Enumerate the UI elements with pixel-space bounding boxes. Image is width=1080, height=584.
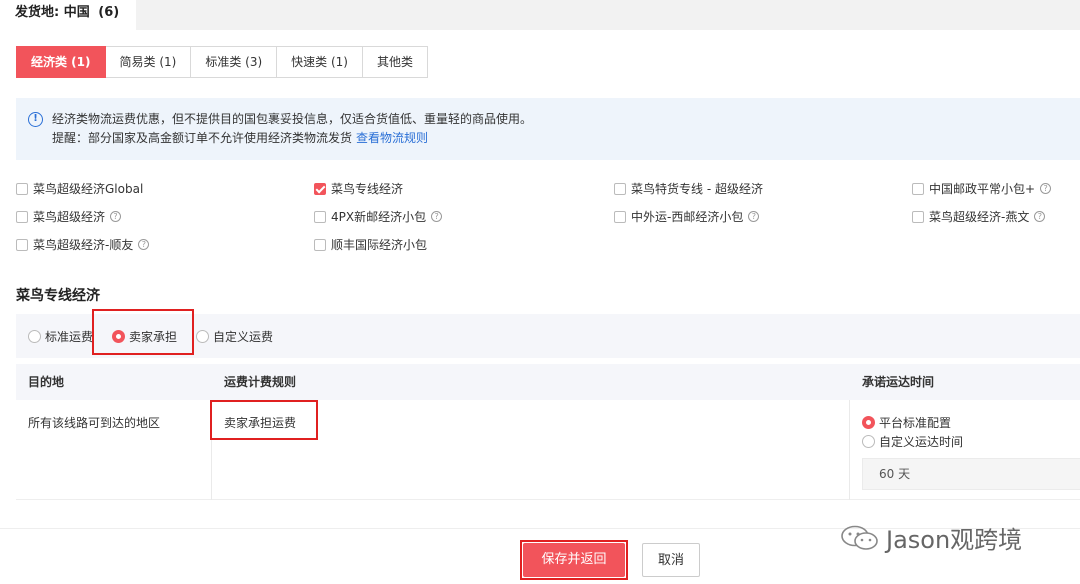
tab-simple[interactable]: 简易类 (1) [105,46,192,78]
origin-tab[interactable]: 发货地: 中国 (6) [0,0,136,30]
checkbox[interactable] [16,210,28,223]
origin-label: 发货地: [15,5,60,20]
cancel-button[interactable]: 取消 [642,543,700,577]
service-label: 菜鸟超级经济 [33,210,106,224]
service-option[interactable]: 顺丰国际经济小包 [314,236,427,253]
column-header-rule: 运费计费规则 [224,375,297,389]
help-icon[interactable]: ? [1034,211,1046,222]
column-header-delivery-time: 承诺运达时间 [862,375,935,389]
origin-count: (6) [98,5,120,20]
tab-express[interactable]: 快速类 (1) [277,46,363,78]
column-divider [849,400,850,500]
checkbox[interactable] [16,238,28,251]
checkbox[interactable] [614,210,626,223]
radio[interactable] [862,435,875,448]
radio-selected[interactable] [862,416,875,429]
info-line-1: 经济类物流运费优惠，但不提供目的国包裹妥投信息，仅适合货值低、重量轻的商品使用。 [52,112,533,126]
service-option[interactable]: 菜鸟超级经济Global [16,180,143,197]
tab-standard[interactable]: 标准类 (3) [191,46,278,78]
origin-name: 中国 [63,5,90,20]
delivery-option-standard[interactable]: 平台标准配置 [862,414,951,431]
watermark-text: Jason观跨境 [886,526,1023,554]
checkbox[interactable] [16,182,28,195]
info-banner: ! 经济类物流运费优惠，但不提供目的国包裹妥投信息，仅适合货值低、重量轻的商品使… [16,98,1080,160]
help-icon[interactable]: ? [748,211,760,222]
freight-option-label: 自定义运费 [213,330,274,344]
info-icon: ! [28,112,43,127]
tab-other[interactable]: 其他类 [362,46,428,78]
tab-economy[interactable]: 经济类 (1) [16,46,106,78]
checkbox[interactable] [314,238,326,251]
info-line-2: 提醒：部分国家及高金额订单不允许使用经济类物流发货 查看物流规则 [52,129,1080,148]
info-reminder: 提醒：部分国家及高金额订单不允许使用经济类物流发货 [52,131,353,145]
checkbox-checked[interactable] [314,182,326,195]
checkbox[interactable] [614,182,626,195]
help-icon[interactable]: ? [431,211,443,222]
service-option[interactable]: 4PX新邮经济小包 ? [314,208,443,225]
radio[interactable] [196,330,209,343]
wechat-icon [841,525,878,550]
checkbox[interactable] [912,182,924,195]
freight-option-custom[interactable]: 自定义运费 [196,328,273,345]
section-title: 菜鸟专线经济 [16,288,100,304]
help-icon[interactable]: ? [1040,183,1052,194]
service-label: 菜鸟超级经济-顺友 [33,238,134,252]
delivery-option-label: 平台标准配置 [879,416,952,430]
delivery-option-custom[interactable]: 自定义运达时间 [862,433,963,450]
highlight-box [210,400,318,440]
radio[interactable] [28,330,41,343]
service-label: 中外运-西邮经济小包 [631,210,744,224]
logistics-rules-link[interactable]: 查看物流规则 [356,131,428,145]
table-header: 目的地 运费计费规则 承诺运达时间 [16,364,1080,400]
service-option[interactable]: 菜鸟专线经济 [314,180,403,197]
category-tabs: 经济类 (1) 简易类 (1) 标准类 (3) 快速类 (1) 其他类 [16,46,428,78]
service-option[interactable]: 菜鸟超级经济 ? [16,208,122,225]
checkbox[interactable] [314,210,326,223]
freight-option-standard[interactable]: 标准运费 [28,328,93,345]
service-label: 菜鸟超级经济Global [33,182,144,196]
service-label: 4PX新邮经济小包 [331,210,427,224]
service-label: 中国邮政平常小包+ [929,182,1036,196]
highlight-box [520,540,628,580]
service-option[interactable]: 菜鸟超级经济-顺友 ? [16,236,150,253]
service-option[interactable]: 菜鸟特货专线 - 超级经济 [614,180,763,197]
freight-option-label: 标准运费 [45,330,94,344]
column-header-destination: 目的地 [28,375,65,389]
origin-tab-bar [136,0,1080,30]
service-label: 顺丰国际经济小包 [331,238,428,252]
highlight-box [92,309,194,355]
service-option[interactable]: 菜鸟超级经济-燕文 ? [912,208,1046,225]
help-icon[interactable]: ? [110,211,122,222]
delivery-option-label: 自定义运达时间 [879,435,964,449]
service-label: 菜鸟特货专线 - 超级经济 [631,182,763,196]
service-label: 菜鸟超级经济-燕文 [929,210,1030,224]
service-option[interactable]: 中国邮政平常小包+ ? [912,180,1052,197]
delivery-days-input[interactable]: 60 天 [862,458,1080,490]
help-icon[interactable]: ? [138,239,150,250]
service-label: 菜鸟专线经济 [331,182,404,196]
checkbox[interactable] [912,210,924,223]
service-option[interactable]: 中外运-西邮经济小包 ? [614,208,760,225]
destination-cell: 所有该线路可到达的地区 [28,416,161,430]
watermark: Jason观跨境 [840,520,1022,555]
